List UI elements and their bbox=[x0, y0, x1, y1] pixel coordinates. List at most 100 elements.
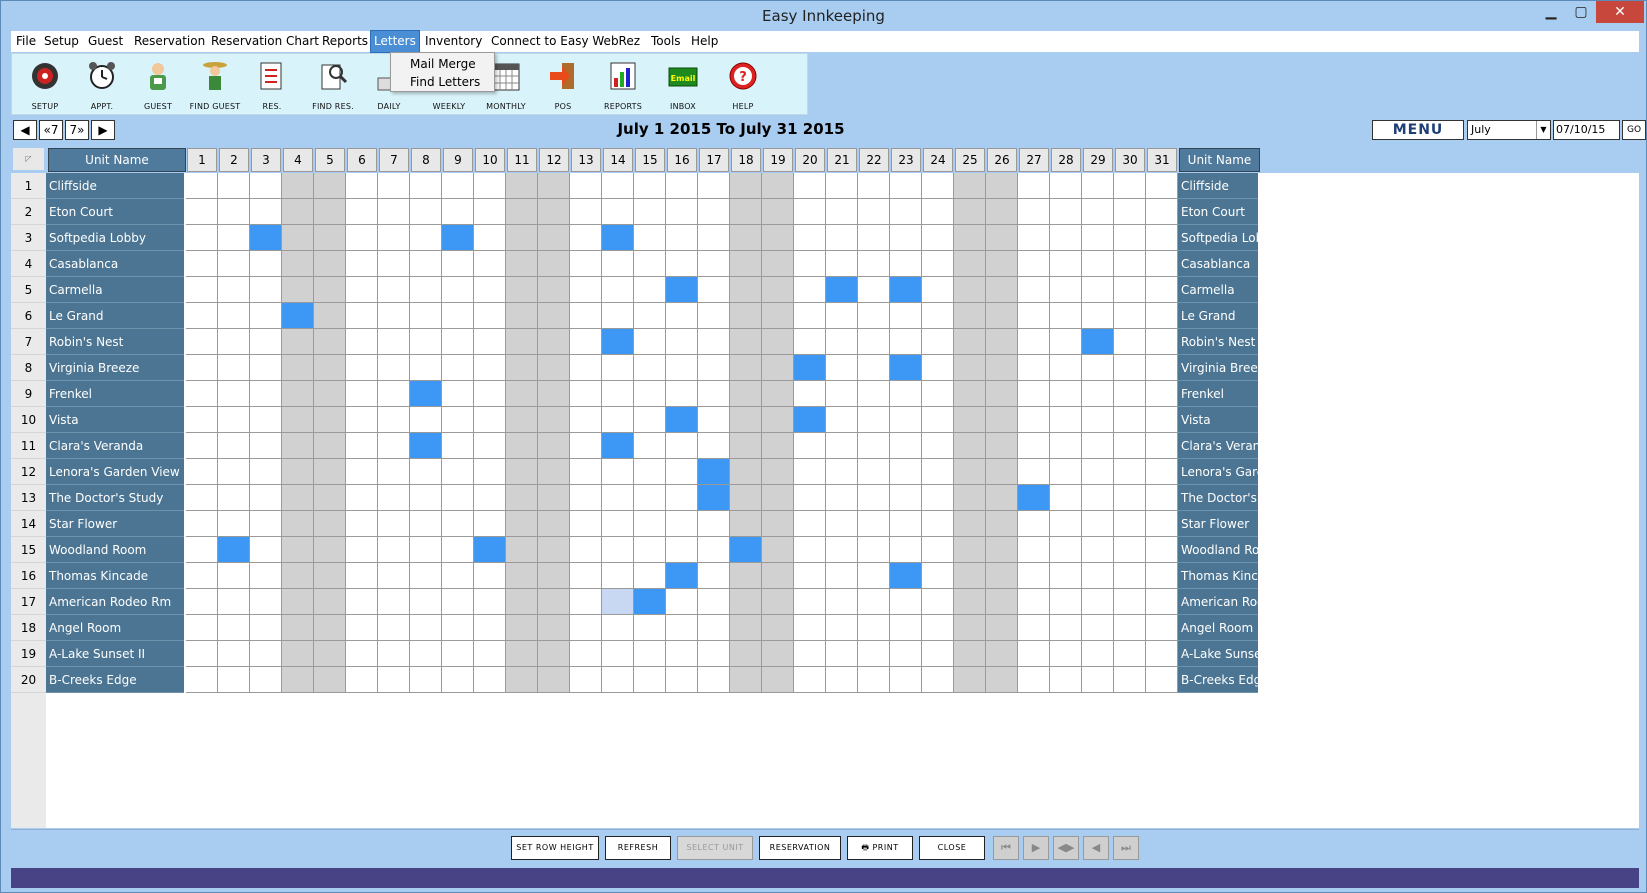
row-number[interactable]: 5 bbox=[11, 277, 46, 303]
day-cell[interactable] bbox=[858, 485, 890, 511]
day-cell[interactable] bbox=[890, 173, 922, 199]
day-cell[interactable] bbox=[922, 667, 954, 693]
day-cell[interactable] bbox=[282, 251, 314, 277]
day-cell[interactable] bbox=[186, 537, 218, 563]
day-cell[interactable] bbox=[570, 485, 602, 511]
day-cell[interactable] bbox=[346, 615, 378, 641]
day-cell[interactable] bbox=[730, 355, 762, 381]
day-cell[interactable] bbox=[250, 381, 282, 407]
day-cell[interactable] bbox=[250, 173, 282, 199]
day-cell[interactable] bbox=[794, 563, 826, 589]
day-cell[interactable] bbox=[570, 199, 602, 225]
unit-name[interactable]: American Rodeo Rm bbox=[46, 589, 184, 615]
day-cell[interactable] bbox=[250, 485, 282, 511]
day-cell[interactable] bbox=[1018, 537, 1050, 563]
day-cell[interactable] bbox=[410, 537, 442, 563]
day-cell[interactable] bbox=[1114, 303, 1146, 329]
day-cell[interactable] bbox=[954, 303, 986, 329]
day-cell[interactable] bbox=[890, 485, 922, 511]
day-cell[interactable] bbox=[250, 277, 282, 303]
day-cell[interactable] bbox=[218, 303, 250, 329]
day-cell[interactable] bbox=[826, 537, 858, 563]
booking-cell[interactable] bbox=[634, 589, 666, 615]
day-cell[interactable] bbox=[602, 381, 634, 407]
booking-cell[interactable] bbox=[890, 563, 922, 589]
day-cell[interactable] bbox=[378, 407, 410, 433]
reservation-button[interactable]: RESERVATION bbox=[759, 836, 841, 860]
day-cell[interactable] bbox=[858, 355, 890, 381]
toggle-icon[interactable]: ◀▶ bbox=[1053, 836, 1079, 860]
day-cell[interactable] bbox=[506, 407, 538, 433]
day-cell[interactable] bbox=[666, 433, 698, 459]
day-cell[interactable] bbox=[314, 511, 346, 537]
day-cell[interactable] bbox=[1146, 537, 1178, 563]
day-cell[interactable] bbox=[186, 433, 218, 459]
day-cell[interactable] bbox=[346, 537, 378, 563]
day-cell[interactable] bbox=[538, 329, 570, 355]
booking-cell[interactable] bbox=[218, 537, 250, 563]
day-cell[interactable] bbox=[378, 563, 410, 589]
day-cell[interactable] bbox=[346, 511, 378, 537]
day-cell[interactable] bbox=[378, 485, 410, 511]
day-cell[interactable] bbox=[1082, 199, 1114, 225]
day-cell[interactable] bbox=[826, 381, 858, 407]
unit-name[interactable]: Softpedia Lobby bbox=[46, 225, 184, 251]
day-cell[interactable] bbox=[1050, 537, 1082, 563]
day-cell[interactable] bbox=[378, 537, 410, 563]
menu-reservation-chart[interactable]: Reservation Chart bbox=[208, 31, 322, 52]
unit-name-right[interactable]: Vista bbox=[1178, 407, 1258, 433]
day-cell[interactable] bbox=[474, 329, 506, 355]
day-cell[interactable] bbox=[890, 589, 922, 615]
row-number[interactable]: 3 bbox=[11, 225, 46, 251]
day-cell[interactable] bbox=[538, 667, 570, 693]
menu-button[interactable]: MENU bbox=[1372, 120, 1464, 140]
day-cell[interactable] bbox=[698, 381, 730, 407]
day-cell[interactable] bbox=[250, 667, 282, 693]
day-cell[interactable] bbox=[922, 485, 954, 511]
day-cell[interactable] bbox=[954, 511, 986, 537]
day-cell[interactable] bbox=[954, 537, 986, 563]
day-cell[interactable] bbox=[346, 433, 378, 459]
day-cell[interactable] bbox=[346, 355, 378, 381]
day-cell[interactable] bbox=[1114, 563, 1146, 589]
day-cell[interactable] bbox=[506, 381, 538, 407]
day-cell[interactable] bbox=[314, 173, 346, 199]
row-number[interactable]: 19 bbox=[11, 641, 46, 667]
day-cell[interactable] bbox=[666, 303, 698, 329]
day-cell[interactable] bbox=[762, 277, 794, 303]
day-cell[interactable] bbox=[858, 303, 890, 329]
day-cell[interactable] bbox=[218, 407, 250, 433]
day-cell[interactable] bbox=[1114, 381, 1146, 407]
day-cell[interactable] bbox=[826, 459, 858, 485]
day-cell[interactable] bbox=[314, 485, 346, 511]
day-cell[interactable] bbox=[698, 407, 730, 433]
day-cell[interactable] bbox=[634, 303, 666, 329]
unit-name-right[interactable]: Frenkel bbox=[1178, 381, 1258, 407]
day-cell[interactable] bbox=[762, 381, 794, 407]
day-cell[interactable] bbox=[602, 563, 634, 589]
day-cell[interactable] bbox=[922, 355, 954, 381]
day-cell[interactable] bbox=[698, 225, 730, 251]
day-cell[interactable] bbox=[378, 641, 410, 667]
day-cell[interactable] bbox=[602, 615, 634, 641]
day-cell[interactable] bbox=[218, 615, 250, 641]
day-cell[interactable] bbox=[442, 537, 474, 563]
day-cell[interactable] bbox=[314, 303, 346, 329]
day-cell[interactable] bbox=[826, 251, 858, 277]
day-cell[interactable] bbox=[346, 381, 378, 407]
day-cell[interactable] bbox=[1146, 173, 1178, 199]
day-cell[interactable] bbox=[922, 303, 954, 329]
day-cell[interactable] bbox=[730, 511, 762, 537]
unit-name-right[interactable]: The Doctor's bbox=[1178, 485, 1258, 511]
date-input[interactable]: 07/10/15 bbox=[1553, 120, 1620, 140]
day-cell[interactable] bbox=[826, 225, 858, 251]
day-header-3[interactable]: 3 bbox=[251, 148, 281, 172]
day-cell[interactable] bbox=[570, 303, 602, 329]
day-cell[interactable] bbox=[442, 173, 474, 199]
day-cell[interactable] bbox=[890, 511, 922, 537]
day-cell[interactable] bbox=[378, 459, 410, 485]
go-button[interactable]: GO bbox=[1622, 120, 1646, 140]
day-cell[interactable] bbox=[1114, 459, 1146, 485]
day-cell[interactable] bbox=[250, 563, 282, 589]
day-cell[interactable] bbox=[1018, 173, 1050, 199]
